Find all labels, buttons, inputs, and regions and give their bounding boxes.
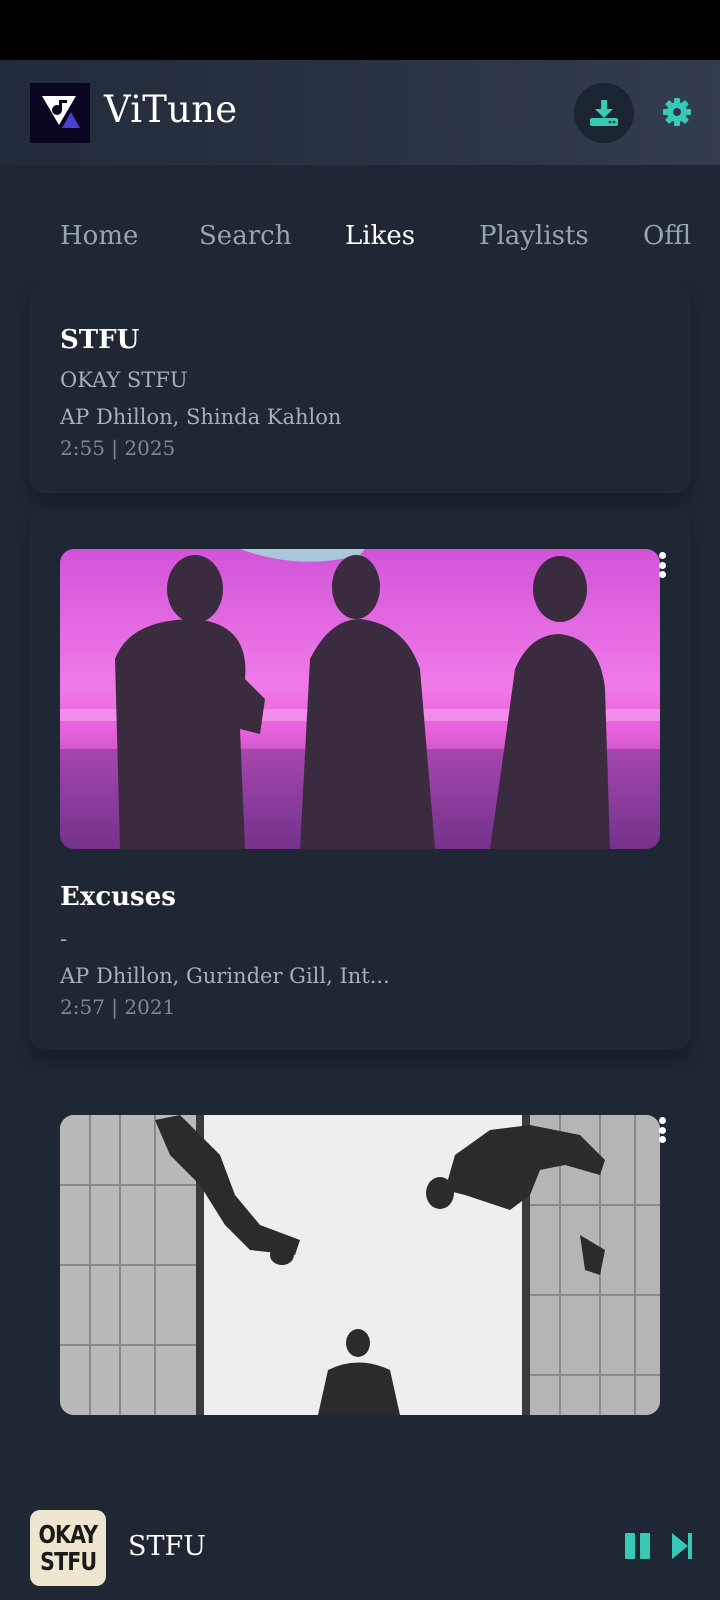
app-title: ViTune bbox=[104, 88, 238, 131]
gear-icon bbox=[663, 98, 691, 126]
status-bar bbox=[0, 0, 720, 60]
more-options-button[interactable] bbox=[656, 1115, 668, 1145]
album-cover bbox=[60, 549, 660, 849]
song-title: STFU bbox=[60, 325, 140, 355]
song-album: OKAY STFU bbox=[60, 368, 188, 392]
settings-button[interactable] bbox=[660, 95, 694, 129]
app-bar: ViTune bbox=[0, 60, 720, 165]
tab-bar: Home Search Likes Playlists Offline bbox=[0, 165, 720, 285]
mini-player-artwork: OKAY STFU bbox=[30, 1510, 106, 1586]
pause-button[interactable] bbox=[623, 1531, 653, 1561]
song-album: - bbox=[60, 927, 68, 951]
song-duration-year: 2:57 | 2021 bbox=[60, 995, 176, 1019]
song-duration-year: 2:55 | 2025 bbox=[60, 436, 176, 460]
album-cover bbox=[60, 1115, 660, 1415]
song-artists: AP Dhillon, Shinda Kahlon bbox=[60, 405, 342, 429]
song-card[interactable]: Excuses - AP Dhillon, Gurinder Gill, Int… bbox=[30, 510, 690, 1050]
mini-player[interactable]: OKAY STFU STFU bbox=[0, 1490, 720, 1600]
skip-next-icon bbox=[672, 1533, 692, 1559]
song-card[interactable]: STFU OKAY STFU AP Dhillon, Shinda Kahlon… bbox=[30, 285, 690, 493]
more-options-button[interactable] bbox=[656, 550, 668, 580]
skip-next-button[interactable] bbox=[670, 1531, 694, 1561]
app-logo bbox=[30, 83, 90, 143]
mini-player-title: STFU bbox=[128, 1531, 206, 1562]
pause-icon bbox=[625, 1533, 650, 1559]
song-artists: AP Dhillon, Gurinder Gill, Int... bbox=[60, 964, 390, 988]
tab-search[interactable]: Search bbox=[199, 221, 291, 251]
song-card[interactable] bbox=[30, 1075, 690, 1445]
tab-likes[interactable]: Likes bbox=[345, 221, 415, 251]
download-icon bbox=[590, 100, 618, 126]
tab-home[interactable]: Home bbox=[60, 221, 138, 251]
tab-playlists[interactable]: Playlists bbox=[479, 221, 589, 251]
tab-offline[interactable]: Offline bbox=[643, 221, 691, 251]
download-button[interactable] bbox=[574, 83, 634, 143]
song-title: Excuses bbox=[60, 882, 176, 912]
